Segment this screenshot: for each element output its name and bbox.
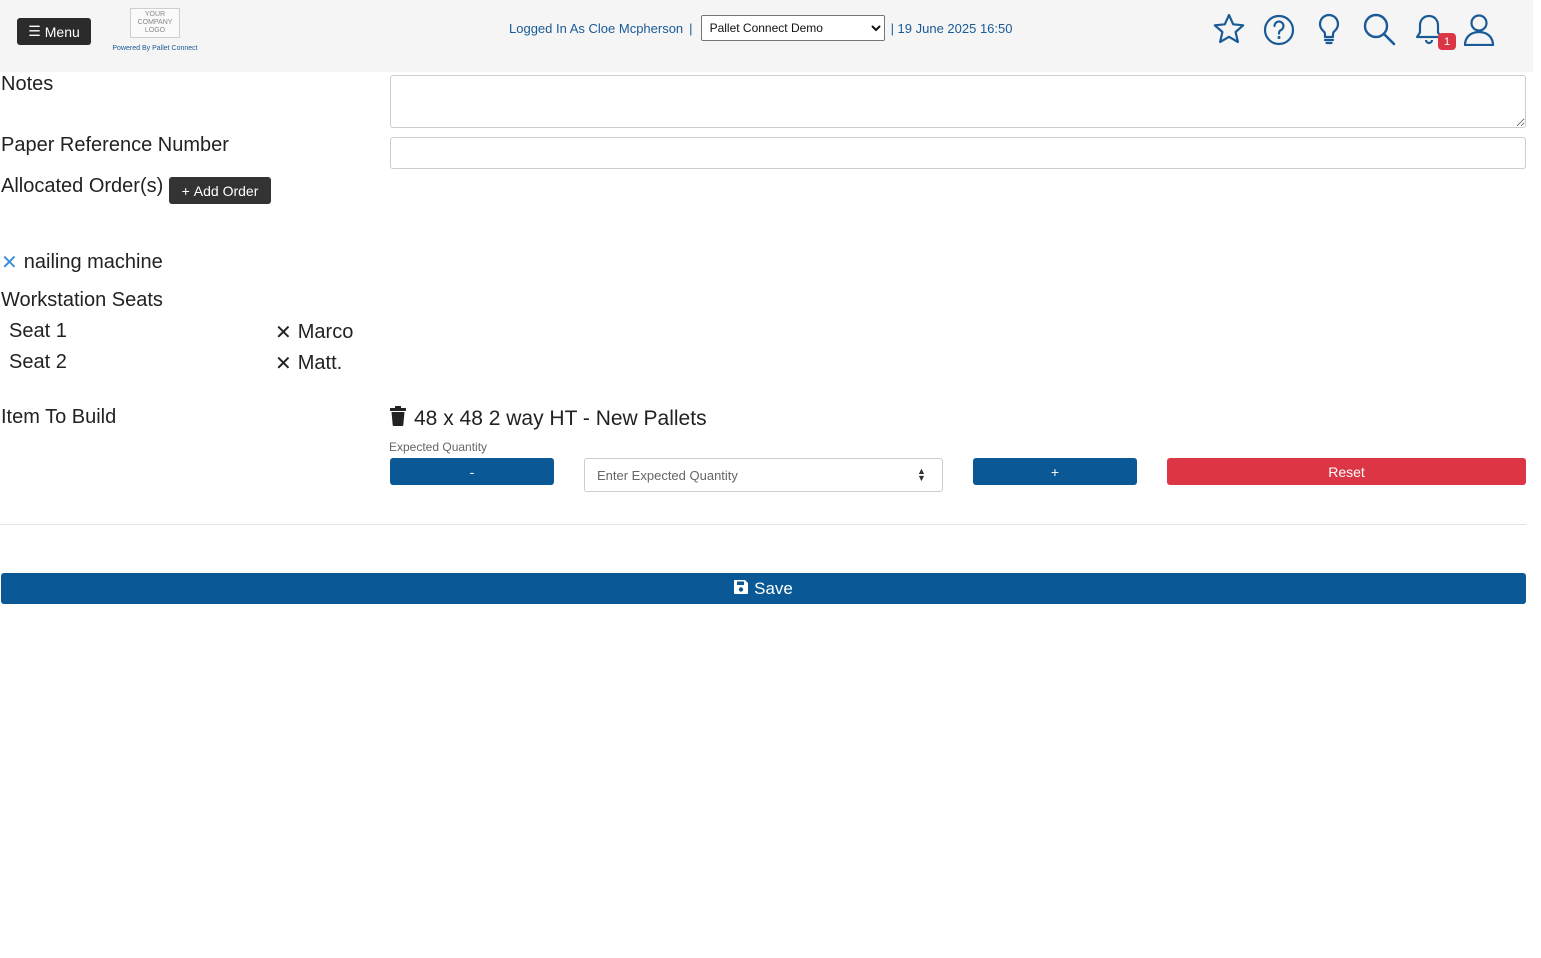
- logged-in-text: Logged In As Cloe Mcpherson: [509, 20, 684, 36]
- menu-button[interactable]: ☰ Menu: [17, 18, 91, 45]
- divider: [0, 524, 1526, 525]
- remove-seat-2-icon[interactable]: ✕: [275, 351, 292, 376]
- notes-label: Notes: [1, 73, 54, 95]
- tips-button[interactable]: [1312, 10, 1346, 48]
- seat-1-assignment: ✕ Marco: [275, 320, 353, 345]
- profile-button[interactable]: [1462, 10, 1496, 48]
- header-icon-bar: 1: [1212, 10, 1496, 50]
- datetime-text: | 19 June 2025 16:50: [890, 20, 1013, 36]
- add-order-label: Add Order: [193, 182, 259, 199]
- company-select[interactable]: Pallet Connect Demo: [700, 15, 885, 41]
- save-label: Save: [754, 578, 793, 598]
- help-icon: [1263, 14, 1295, 46]
- save-button[interactable]: Save: [1, 573, 1526, 604]
- machine-row: ✕ nailing machine: [1, 250, 163, 275]
- save-icon: [734, 579, 749, 599]
- expected-quantity-input[interactable]: [584, 458, 943, 492]
- lightbulb-icon: [1318, 13, 1340, 45]
- top-header: ☰ Menu YOUR COMPANY LOGO Powered By Pall…: [0, 0, 1533, 72]
- menu-button-label: Menu: [44, 23, 80, 40]
- help-button[interactable]: [1262, 10, 1296, 48]
- quantity-spinner-icon[interactable]: ▲ ▼: [917, 467, 926, 483]
- remove-machine-icon[interactable]: ✕: [1, 250, 18, 275]
- favourites-button[interactable]: [1212, 10, 1246, 48]
- allocated-orders-label: Allocated Order(s): [1, 175, 164, 197]
- powered-by-text: Powered By Pallet Connect: [112, 45, 198, 52]
- seat-2-person: Matt.: [297, 352, 343, 374]
- login-info: Logged In As Cloe Mcpherson | Pallet Con…: [509, 15, 1013, 41]
- notes-textarea[interactable]: [390, 75, 1526, 128]
- seat-1-label: Seat 1: [9, 320, 67, 342]
- paper-reference-input[interactable]: [390, 137, 1526, 169]
- search-icon: [1363, 13, 1396, 46]
- seat-1-person: Marco: [297, 321, 354, 343]
- plus-icon: +: [181, 182, 190, 199]
- star-icon: [1213, 13, 1245, 44]
- add-order-button[interactable]: + Add Order: [169, 177, 271, 204]
- machine-name: nailing machine: [23, 251, 163, 273]
- workstation-seats-label: Workstation Seats: [1, 289, 163, 311]
- decrease-quantity-button[interactable]: -: [390, 458, 554, 485]
- item-to-build-row: 48 x 48 2 way HT - New Pallets: [390, 406, 707, 432]
- company-logo-text: YOUR COMPANY LOGO: [137, 11, 173, 34]
- paper-reference-label: Paper Reference Number: [1, 134, 229, 156]
- notification-badge: 1: [1438, 33, 1456, 50]
- seat-2-label: Seat 2: [9, 351, 67, 373]
- remove-seat-1-icon[interactable]: ✕: [275, 320, 292, 345]
- trash-icon[interactable]: [390, 406, 406, 432]
- item-name: 48 x 48 2 way HT - New Pallets: [414, 407, 707, 430]
- reset-button[interactable]: Reset: [1167, 458, 1526, 485]
- item-to-build-label: Item To Build: [1, 406, 117, 428]
- hamburger-icon: ☰: [28, 23, 41, 39]
- seat-2-assignment: ✕ Matt.: [275, 351, 342, 376]
- separator: |: [689, 20, 693, 36]
- user-icon: [1463, 14, 1495, 46]
- company-logo[interactable]: YOUR COMPANY LOGO: [130, 8, 180, 38]
- search-button[interactable]: [1362, 10, 1396, 48]
- expected-quantity-label: Expected Quantity: [389, 440, 488, 454]
- notifications-button[interactable]: 1: [1412, 10, 1456, 50]
- increase-quantity-button[interactable]: +: [973, 458, 1137, 485]
